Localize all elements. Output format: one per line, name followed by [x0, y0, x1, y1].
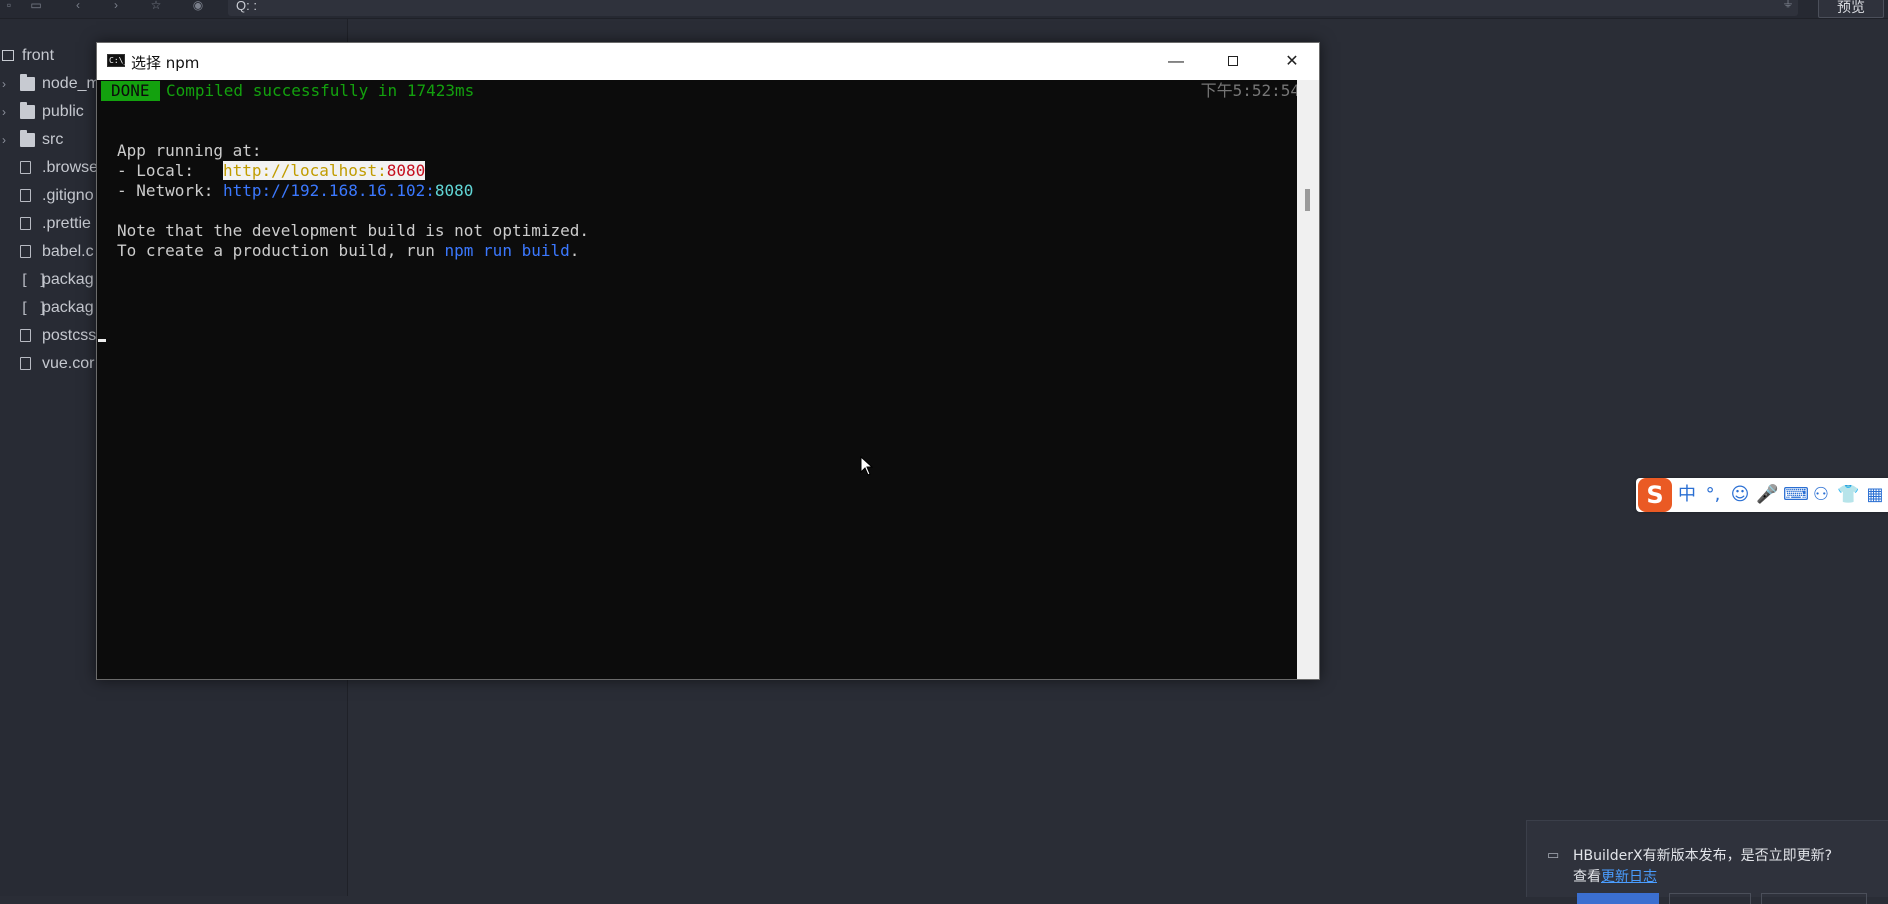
chevron-right-icon: › — [2, 133, 6, 147]
file-icon[interactable]: ▫ — [1, 0, 17, 12]
tree-label: babel.c — [42, 243, 94, 260]
mouse-pointer-icon — [860, 456, 874, 476]
file-icon — [20, 217, 31, 230]
local-url[interactable]: http://localhost:8080 — [222, 161, 426, 180]
local-url-line: - Local: http://localhost:8080 — [117, 161, 426, 181]
ime-toolbox-icon[interactable]: ▦ — [1864, 483, 1886, 507]
chevron-right-icon: › — [2, 105, 6, 119]
ime-skin-icon[interactable]: 👕 — [1837, 483, 1859, 507]
tree-label: node_m — [42, 75, 100, 92]
terminal-output[interactable]: DONE Compiled successfully in 17423ms 下午… — [97, 80, 1300, 679]
network-url[interactable]: http://192.168.16.102: — [223, 181, 435, 200]
terminal-window[interactable]: C:\_ 选择 npm — ✕ DONE Compiled successful… — [96, 42, 1320, 680]
filter-icon[interactable]: ⏚ — [1780, 0, 1796, 10]
tree-label: public — [42, 103, 84, 120]
preview-button[interactable]: 预览 — [1818, 0, 1884, 18]
update-now-button[interactable] — [1577, 893, 1659, 904]
ime-punctuation[interactable]: °, — [1702, 483, 1724, 507]
save-icon[interactable]: ▭ — [28, 0, 44, 12]
run-icon[interactable]: ◉ — [190, 0, 206, 12]
folder-icon — [20, 74, 35, 91]
url-port: 8080 — [386, 161, 426, 180]
js-file-icon — [20, 329, 31, 342]
project-icon — [2, 50, 14, 61]
maximize-button[interactable] — [1205, 43, 1263, 80]
ime-emoji-icon[interactable]: ☺ — [1729, 483, 1751, 507]
forward-icon[interactable]: › — [108, 0, 124, 12]
scrollbar-thumb[interactable] — [1305, 189, 1310, 211]
ime-user-icon[interactable]: ⚇ — [1810, 483, 1832, 507]
tree-label: .gitigno — [42, 187, 94, 204]
tree-label: .browse — [42, 159, 99, 176]
terminal-titlebar[interactable]: C:\_ 选择 npm — ✕ — [97, 43, 1319, 80]
folder-icon — [20, 130, 35, 147]
network-prefix: - Network: — [117, 181, 223, 200]
local-prefix: - Local: — [117, 161, 223, 180]
ime-keyboard-icon[interactable]: ⌨ — [1783, 483, 1809, 507]
close-button[interactable]: ✕ — [1263, 43, 1321, 80]
maximize-icon — [1228, 56, 1238, 66]
tree-label: packag — [42, 271, 94, 288]
window-title: 选择 npm — [131, 54, 200, 72]
text-cursor — [98, 339, 106, 342]
ide-toolbar: ▫ ▭ ‹ › ☆ ◉ Q: : ⏚ 预览 — [0, 0, 1888, 19]
search-icon: Q: : — [236, 0, 257, 13]
back-icon[interactable]: ‹ — [70, 0, 86, 12]
js-file-icon — [20, 245, 31, 258]
star-icon[interactable]: ☆ — [148, 0, 164, 12]
chevron-right-icon: › — [2, 77, 6, 91]
timestamp: 下午5:52:54 — [1200, 81, 1300, 100]
terminal-scrollbar[interactable] — [1297, 80, 1319, 679]
file-icon — [20, 189, 31, 202]
tree-label: src — [42, 131, 64, 148]
notification-view-line: 查看更新日志 — [1573, 866, 1657, 886]
minimize-button[interactable]: — — [1147, 43, 1205, 80]
ime-toolbar[interactable]: S 中 °, ☺ 🎤 ⌨ ⚇ 👕 ▦ — [1636, 478, 1888, 512]
network-port: 8080 — [434, 181, 474, 200]
json-file-icon: [ ] — [20, 271, 48, 289]
compiled-message: Compiled successfully in 17423ms — [166, 81, 475, 100]
build-prefix: To create a production build, run — [117, 241, 445, 260]
update-notification: ▭ HBuilderX有新版本发布，是否立即更新? 查看更新日志 — [1526, 820, 1888, 904]
build-suffix: . — [569, 241, 580, 260]
tree-label: .prettie — [42, 215, 91, 232]
build-hint-line: To create a production build, run npm ru… — [117, 241, 579, 261]
changelog-link[interactable]: 更新日志 — [1601, 869, 1657, 885]
later-button[interactable] — [1669, 893, 1751, 904]
sogou-logo-icon[interactable]: S — [1638, 478, 1672, 512]
ignore-button[interactable] — [1761, 893, 1867, 904]
done-badge: DONE — [101, 81, 160, 101]
url-base: http://localhost: — [222, 161, 387, 180]
view-prefix: 查看 — [1573, 869, 1601, 885]
js-file-icon — [20, 357, 31, 370]
note-line: Note that the development build is not o… — [117, 221, 590, 240]
app-running-line: App running at: — [117, 141, 262, 160]
tree-label: packag — [42, 299, 94, 316]
folder-icon — [20, 102, 35, 119]
tree-label: front — [22, 47, 55, 64]
json-file-icon: [ ] — [20, 299, 48, 317]
tree-label: vue.cor — [42, 355, 95, 372]
ime-voice-icon[interactable]: 🎤 — [1756, 483, 1778, 507]
build-command: npm run build — [444, 241, 570, 260]
message-icon: ▭ — [1547, 847, 1560, 862]
network-url-line: - Network: http://192.168.16.102:8080 — [117, 181, 473, 201]
tree-label: postcss — [42, 327, 97, 344]
file-icon — [20, 161, 31, 174]
ime-chinese-mode[interactable]: 中 — [1676, 483, 1698, 507]
search-bar[interactable] — [228, 0, 1798, 16]
console-icon: C:\_ — [107, 54, 129, 67]
notification-message: HBuilderX有新版本发布，是否立即更新? — [1573, 848, 1833, 864]
